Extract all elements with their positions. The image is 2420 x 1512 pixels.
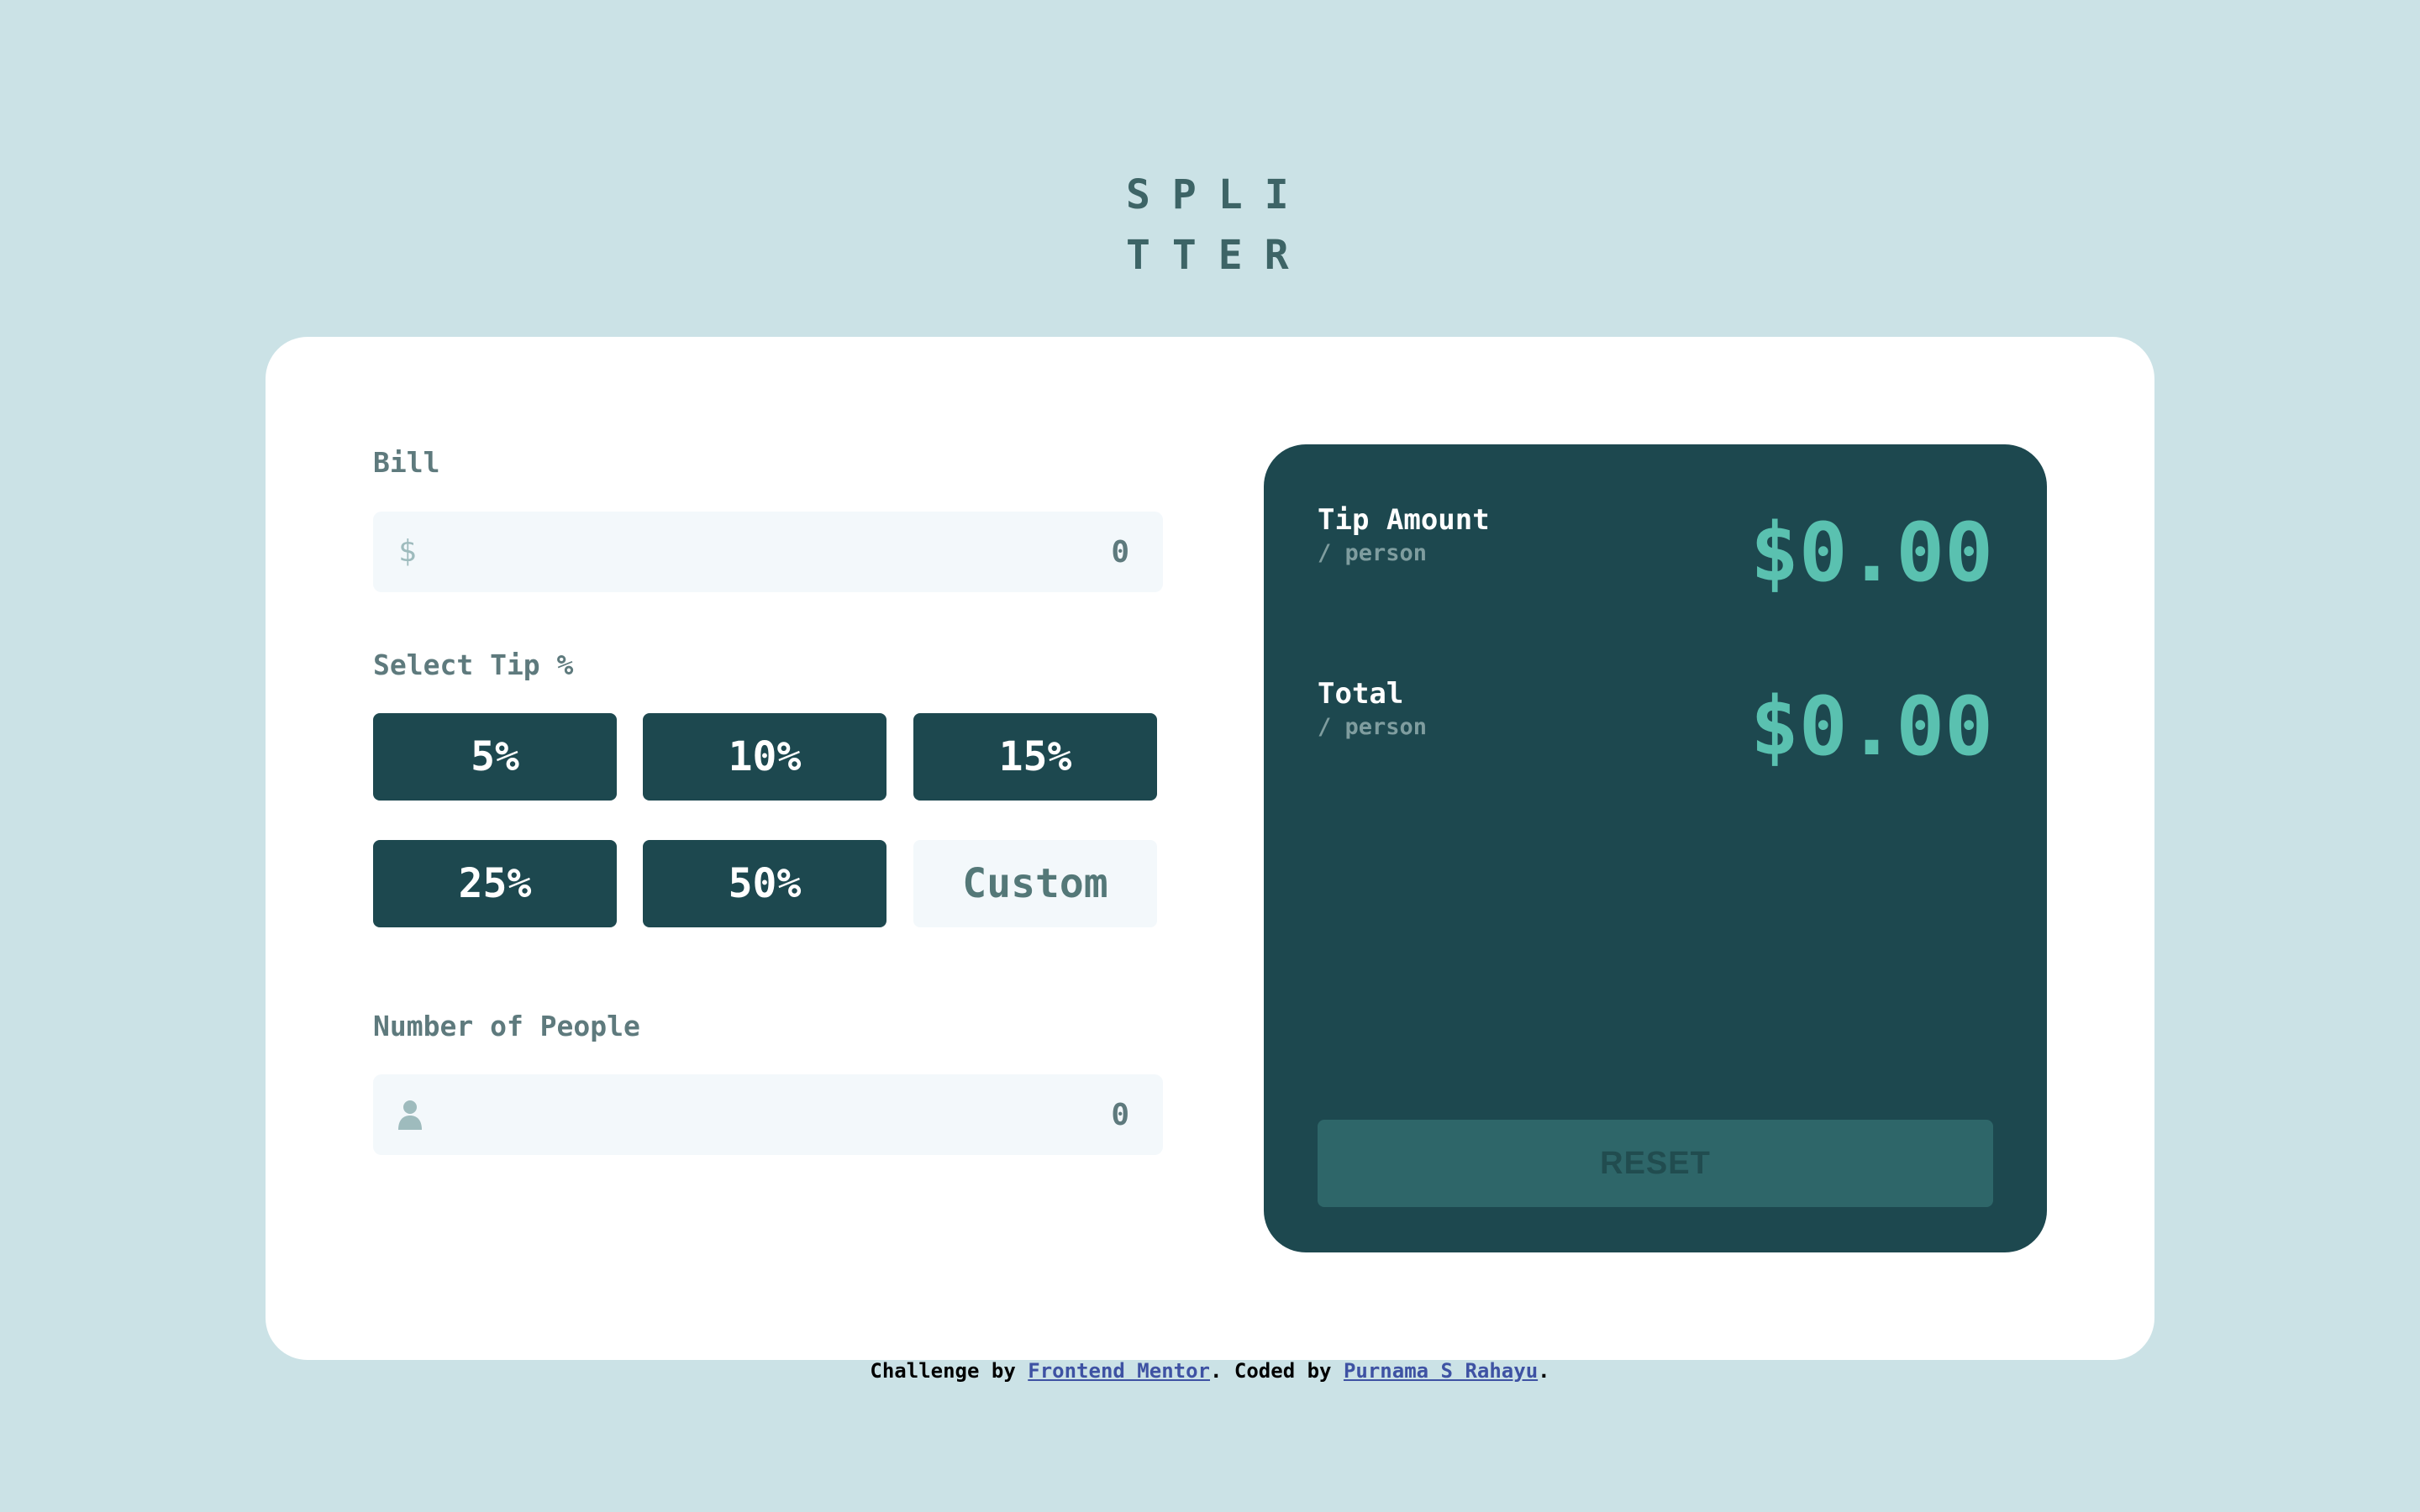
frontend-mentor-link[interactable]: Frontend Mentor bbox=[1028, 1359, 1210, 1383]
tip-amount-subtitle: / person bbox=[1318, 540, 1428, 566]
tip-amount-title: Tip Amount bbox=[1318, 503, 1490, 537]
total-value: $0.00 bbox=[1750, 680, 1993, 774]
bill-label: Bill bbox=[373, 446, 440, 479]
bill-field[interactable]: $ bbox=[373, 512, 1163, 592]
tip-amount-row: Tip Amount / person $0.00 bbox=[1318, 503, 1993, 600]
tip-options: 5% 10% 15% 25% 50% Custom bbox=[373, 713, 1163, 927]
dollar-icon: $ bbox=[398, 534, 417, 569]
total-row: Total / person $0.00 bbox=[1318, 677, 1993, 773]
logo-line-1: SPLI bbox=[1126, 171, 1311, 218]
tip-5-button[interactable]: 5% bbox=[373, 713, 617, 801]
footer-prefix: Challenge by bbox=[870, 1359, 1028, 1383]
reset-button[interactable]: RESET bbox=[1318, 1120, 1993, 1207]
person-icon bbox=[398, 1100, 422, 1130]
tip-10-button[interactable]: 10% bbox=[643, 713, 886, 801]
result-panel: Tip Amount / person $0.00 Total / person… bbox=[1264, 444, 2047, 1252]
author-link[interactable]: Purnama S Rahayu bbox=[1344, 1359, 1538, 1383]
tip-custom-button[interactable]: Custom bbox=[913, 840, 1157, 927]
people-input[interactable] bbox=[440, 1074, 1129, 1155]
tip-50-button[interactable]: 50% bbox=[643, 840, 886, 927]
footer-middle: . Coded by bbox=[1210, 1359, 1344, 1383]
total-subtitle: / person bbox=[1318, 714, 1428, 740]
people-field[interactable] bbox=[373, 1074, 1163, 1155]
total-title: Total bbox=[1318, 677, 1404, 711]
tip-15-button[interactable]: 15% bbox=[913, 713, 1157, 801]
page: SPLI TTER Bill $ Select Tip % 5% 10% 15%… bbox=[0, 0, 2420, 1512]
attribution-footer: Challenge by Frontend Mentor. Coded by P… bbox=[0, 1359, 2420, 1383]
footer-suffix: . bbox=[1538, 1359, 1550, 1383]
people-label: Number of People bbox=[373, 1010, 640, 1042]
tip-amount-value: $0.00 bbox=[1750, 506, 1993, 600]
calculator-card: Bill $ Select Tip % 5% 10% 15% 25% 50% C… bbox=[266, 337, 2154, 1360]
bill-input[interactable] bbox=[440, 512, 1129, 592]
tip-25-button[interactable]: 25% bbox=[373, 840, 617, 927]
logo-line-2: TTER bbox=[1126, 232, 1311, 279]
app-logo: SPLI TTER bbox=[1126, 165, 1294, 286]
select-tip-label: Select Tip % bbox=[373, 648, 574, 681]
